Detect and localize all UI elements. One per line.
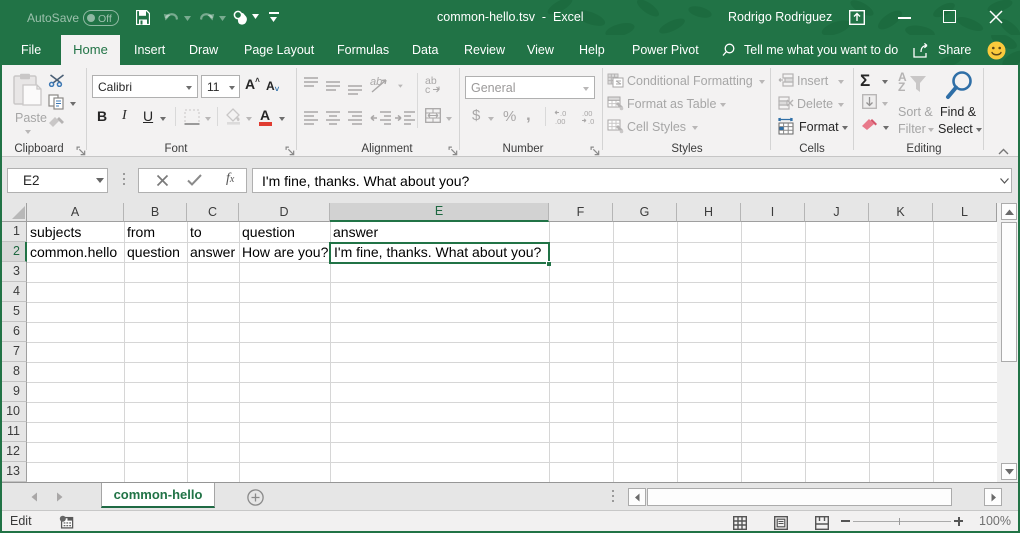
svg-text:.0: .0 bbox=[588, 117, 594, 125]
svg-text:.00: .00 bbox=[555, 117, 565, 125]
svg-text:c: c bbox=[425, 84, 430, 93]
svg-text:ab: ab bbox=[370, 76, 382, 88]
